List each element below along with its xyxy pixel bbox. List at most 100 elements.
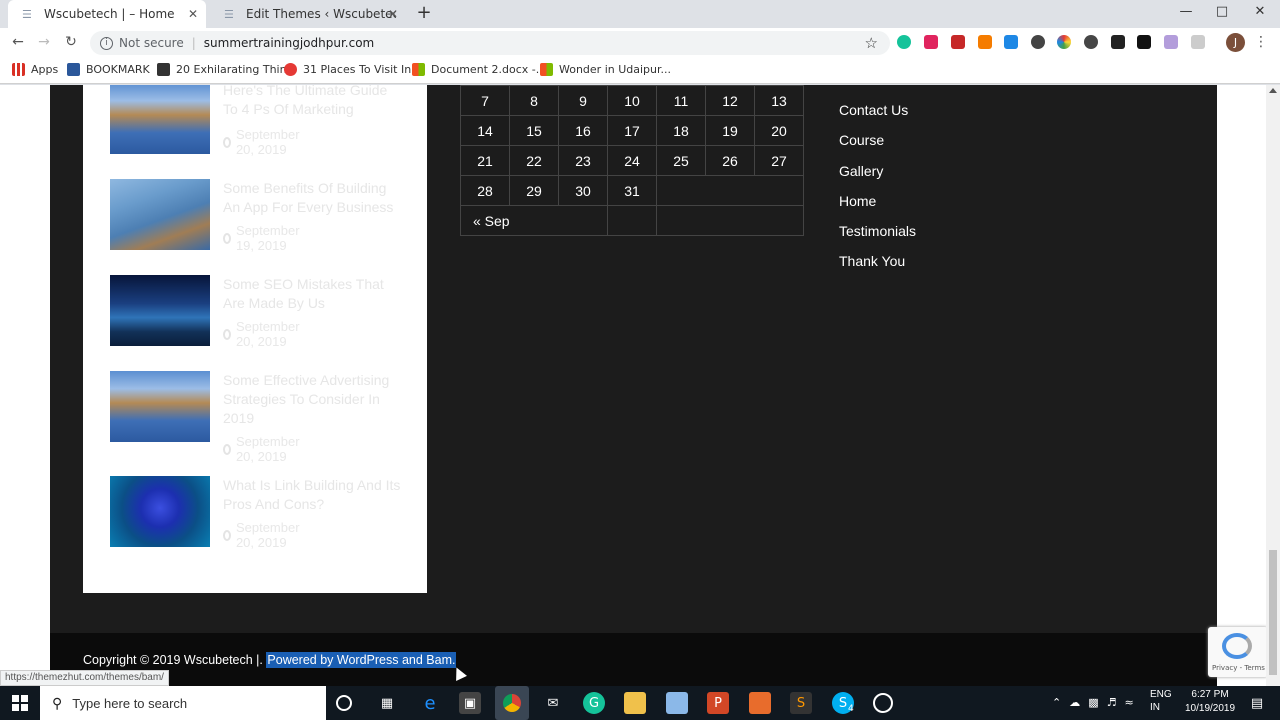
calendar-day: 27 (754, 145, 804, 176)
start-button[interactable] (0, 686, 40, 720)
reload-icon[interactable]: ↻ (62, 34, 80, 50)
bookmark-label: Document 2.docx -... (431, 63, 547, 76)
close-window-icon[interactable]: ✕ (1250, 4, 1270, 19)
extension-icon[interactable] (1031, 35, 1045, 49)
post-date: September 20, 2019 (223, 319, 303, 349)
pen-extension-icon[interactable] (1164, 35, 1178, 49)
post-title[interactable]: What Is Link Building And Its Pros And C… (223, 476, 403, 514)
word-icon (67, 63, 80, 76)
xampp-icon[interactable] (749, 692, 771, 714)
bookmark-star-icon[interactable]: ☆ (865, 34, 878, 52)
bookmark-apps[interactable]: Apps (12, 63, 58, 76)
post-thumbnail[interactable] (110, 371, 210, 442)
close-tab-icon[interactable]: ✕ (388, 7, 398, 21)
maximize-icon[interactable]: □ (1212, 4, 1232, 19)
bookmark-label: 20 Exhilarating Thin... (176, 63, 298, 76)
address-toolbar: ← → ↻ i Not secure | summertrainingjodhp… (0, 28, 1280, 58)
bookmark-item[interactable]: 31 Places To Visit In... (284, 63, 422, 76)
menu-item-gallery[interactable]: Gallery (839, 161, 916, 191)
action-center-icon[interactable]: ▤ (1246, 692, 1268, 714)
file-explorer-icon[interactable] (624, 692, 646, 714)
skype-notification-badge: 4 (848, 704, 854, 714)
recaptcha-terms[interactable]: Privacy - Terms (1212, 664, 1265, 672)
clock-icon (223, 232, 231, 244)
camera-extension-icon[interactable] (1137, 35, 1151, 49)
extension-icon[interactable] (1111, 35, 1125, 49)
post-date-text: September 20, 2019 (235, 520, 300, 550)
mail-icon[interactable]: ✉ (542, 692, 564, 714)
input-language[interactable]: ENG IN (1150, 688, 1172, 714)
menu-item-home[interactable]: Home (839, 191, 916, 221)
info-icon[interactable]: i (100, 36, 113, 50)
back-icon[interactable]: ← (9, 34, 27, 50)
menu-kebab-icon[interactable]: ⋮ (1252, 34, 1270, 50)
obs-icon[interactable] (873, 693, 893, 713)
windows-icon (412, 63, 425, 76)
chrome-taskbar-button[interactable] (495, 686, 529, 720)
post-thumbnail[interactable] (110, 179, 210, 250)
grammarly-extension-icon[interactable] (897, 35, 911, 49)
post-title[interactable]: Some Benefits Of Building An App For Eve… (223, 179, 403, 217)
new-tab-button[interactable]: + (414, 2, 434, 23)
post-thumbnail[interactable] (110, 476, 210, 547)
scroll-up-icon[interactable] (1269, 88, 1277, 93)
notepad-icon[interactable] (666, 692, 688, 714)
bookmark-item[interactable]: Document 2.docx -... (412, 63, 546, 76)
security-label: Not secure (119, 36, 184, 50)
menu-item-thank-you[interactable]: Thank You (839, 251, 916, 281)
extension-icon[interactable] (951, 35, 965, 49)
bookmark-item[interactable]: Wonder in Udaipur... (540, 63, 671, 76)
post-thumbnail[interactable] (110, 275, 210, 346)
calendar-day: 11 (656, 85, 706, 116)
calendar-prev-month-link[interactable]: « Sep (460, 205, 608, 236)
post-thumbnail[interactable] (110, 85, 210, 154)
copyright-line: Copyright © 2019 Wscubetech |. Powered b… (83, 652, 457, 668)
calendar-row: 21 22 23 24 25 26 27 (460, 145, 804, 176)
post-date-text: September 20, 2019 (235, 127, 300, 157)
cortana-icon[interactable] (336, 695, 352, 711)
post-date-text: September 20, 2019 (235, 434, 300, 464)
minimize-icon[interactable]: — (1176, 4, 1196, 19)
taskbar-search-input[interactable]: ⚲ Type here to search (40, 686, 326, 720)
bookmark-label: 31 Places To Visit In... (303, 63, 422, 76)
iq-extension-icon[interactable] (1004, 35, 1018, 49)
bookmark-item[interactable]: BOOKMARK (67, 63, 150, 76)
lang-code: ENG (1150, 689, 1172, 700)
extension-icon[interactable] (978, 35, 992, 49)
post-title[interactable]: Here's The Ultimate Guide To 4 Ps Of Mar… (223, 85, 403, 119)
pages-menu: Contact Us Course Gallery Home Testimoni… (839, 100, 916, 282)
close-tab-icon[interactable]: ✕ (188, 7, 198, 21)
tab-edit-themes[interactable]: ☰ Edit Themes ‹ Wscubetech | — W ✕ (210, 0, 406, 28)
task-view-icon[interactable]: ▦ (376, 692, 398, 714)
post-title[interactable]: Some SEO Mistakes That Are Made By Us (223, 275, 403, 313)
store-icon[interactable]: ▣ (459, 692, 481, 714)
recaptcha-badge[interactable]: Privacy - Terms (1208, 627, 1268, 677)
post-date: September 20, 2019 (223, 520, 303, 550)
forward-icon[interactable]: → (35, 34, 53, 50)
powerpoint-icon[interactable]: P (707, 692, 729, 714)
page-scrollbar[interactable] (1266, 85, 1280, 686)
powered-by-link[interactable]: Powered by WordPress and Bam. (266, 652, 457, 668)
profile-avatar[interactable]: J (1226, 33, 1245, 52)
extension-icon[interactable] (1191, 35, 1205, 49)
tab-home[interactable]: ☰ Wscubetech | – Home ✕ (8, 0, 206, 28)
site-favicon-icon: ☰ (224, 7, 234, 21)
system-clock[interactable]: 6:27 PM 10/19/2019 (1185, 688, 1235, 716)
sublime-text-icon[interactable]: S (790, 692, 812, 714)
pocket-extension-icon[interactable] (924, 35, 938, 49)
scrollbar-thumb[interactable] (1269, 550, 1277, 675)
menu-item-course[interactable]: Course (839, 130, 916, 160)
menu-item-testimonials[interactable]: Testimonials (839, 221, 916, 251)
url-text[interactable]: summertrainingjodhpur.com (204, 36, 374, 50)
calendar-row: 14 15 16 17 18 19 20 (460, 115, 804, 146)
omnibox[interactable]: i Not secure | summertrainingjodhpur.com… (90, 31, 890, 55)
edge-icon[interactable]: e (419, 692, 441, 714)
wordpress-extension-icon[interactable] (1084, 35, 1098, 49)
post-date: September 20, 2019 (223, 434, 303, 464)
menu-item-contact-us[interactable]: Contact Us (839, 100, 916, 130)
post-title[interactable]: Some Effective Advertising Strategies To… (223, 371, 403, 428)
bookmark-item[interactable]: 20 Exhilarating Thin... (157, 63, 297, 76)
clock-icon (223, 328, 231, 340)
color-picker-extension-icon[interactable] (1057, 35, 1071, 49)
grammarly-icon[interactable]: G (583, 692, 605, 714)
